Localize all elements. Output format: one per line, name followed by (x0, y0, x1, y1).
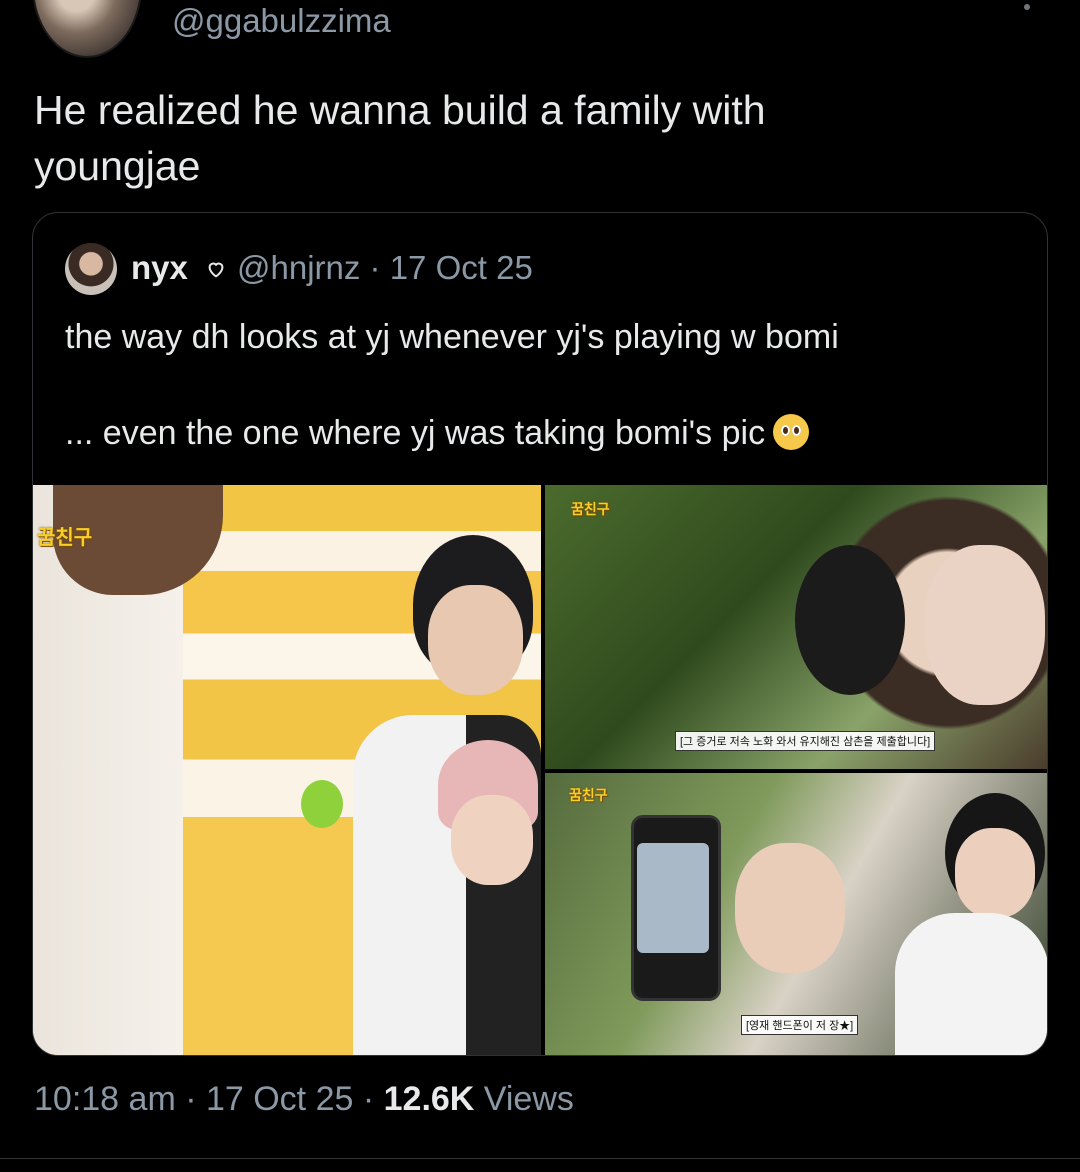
tweet-meta: 10:18 am · 17 Oct 25 · 12.6K Views (34, 1080, 574, 1119)
views-count: 12.6K (383, 1080, 475, 1118)
quoted-handle-date[interactable]: @hnjrnz · 17 Oct 25 (237, 249, 533, 287)
video-subtitle: [영재 핸드폰이 저 장★] (741, 1015, 859, 1035)
quoted-text-line1: the way dh looks at yj whenever yj's pla… (65, 318, 839, 356)
baby-face (735, 843, 845, 973)
baby-face (925, 545, 1045, 705)
more-options-icon[interactable] (1024, 4, 1030, 10)
show-logo-small: 꿈친구 (569, 787, 608, 803)
green-toy (301, 780, 343, 828)
quoted-tweet-text: the way dh looks at yj whenever yj's pla… (65, 313, 1025, 457)
divider (0, 1158, 1080, 1159)
tweet-text: He realized he wanna build a family with… (34, 87, 766, 189)
baby-face (451, 795, 533, 885)
media-image-bottom-right[interactable]: 꿈친구 [영재 핸드폰이 저 장★] (545, 773, 1047, 1055)
face-right (955, 828, 1035, 918)
pleading-face-emoji (773, 414, 810, 450)
video-subtitle: [그 증거로 저속 노화 와서 유지해진 삼촌을 제출합니다] (675, 731, 936, 751)
time-date[interactable]: 10:18 am · 17 Oct 25 · (34, 1080, 384, 1118)
media-image-left[interactable]: 꿈친구 (33, 485, 541, 1055)
author-handle[interactable]: @ggabulzzima (172, 2, 391, 40)
show-logo: 꿈친구 (37, 527, 93, 549)
author-avatar[interactable] (32, 0, 142, 58)
quoted-author-avatar[interactable] (65, 243, 117, 295)
views-label: Views (474, 1080, 574, 1118)
show-logo-small: 꿈친구 (571, 501, 610, 517)
heart-badge-icon (208, 262, 224, 278)
hoodie-shape (895, 913, 1047, 1055)
media-image-top-right[interactable]: 꿈친구 [그 증거로 저속 노화 와서 유지해진 삼촌을 제출합니다] (545, 485, 1047, 769)
quoted-media-grid[interactable]: 꿈친구 꿈친구 [그 증거로 저속 노화 와서 유지해진 삼촌을 제출합니다] … (33, 485, 1047, 1055)
quoted-text-line2: ... even the one where yj was taking bom… (65, 414, 766, 452)
face-right (428, 585, 523, 695)
quoted-tweet-card[interactable]: nyx @hnjrnz · 17 Oct 25 the way dh looks… (32, 212, 1048, 1056)
hair-shape (795, 545, 905, 695)
phone-screen (637, 843, 709, 953)
quoted-author-name[interactable]: nyx (131, 249, 188, 287)
